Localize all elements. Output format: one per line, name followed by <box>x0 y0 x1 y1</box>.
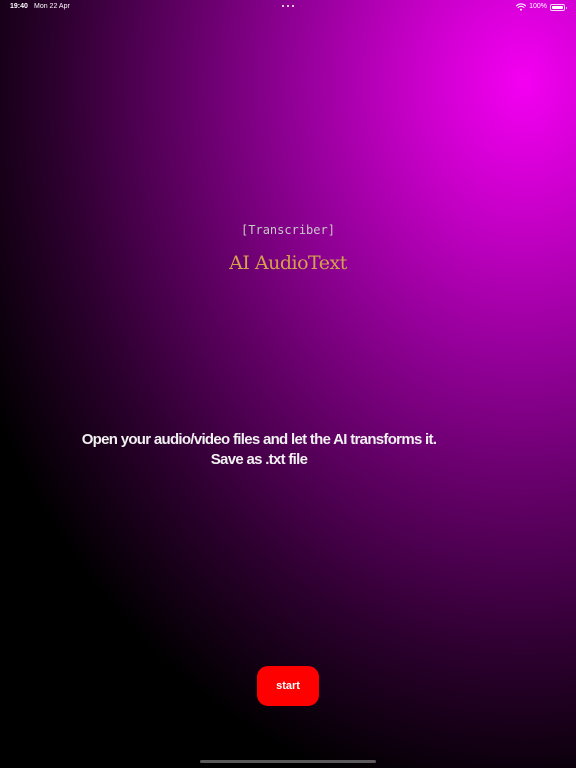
description-line-2: Save as .txt file <box>210 451 308 468</box>
dot <box>282 5 284 7</box>
start-button[interactable]: start <box>257 666 319 706</box>
home-indicator[interactable] <box>200 760 376 763</box>
battery-icon <box>550 3 567 11</box>
status-date: Mon 22 Apr <box>34 3 70 10</box>
status-bar: 19:40 Mon 22 Apr 100% <box>0 0 576 14</box>
dot <box>287 5 289 7</box>
status-time: 19:40 <box>10 3 28 10</box>
more-dots-icon[interactable] <box>282 5 294 8</box>
description: Open your audio/video files and let the … <box>36 430 482 470</box>
wifi-icon <box>516 3 527 11</box>
description-line-1: Open your audio/video files and let the … <box>81 431 437 448</box>
app-title: AI AudioText <box>229 252 347 274</box>
dot <box>292 5 294 7</box>
app-tag: [Transcriber] <box>241 223 335 237</box>
battery-percentage: 100% <box>529 3 547 10</box>
status-right: 100% <box>516 0 567 14</box>
